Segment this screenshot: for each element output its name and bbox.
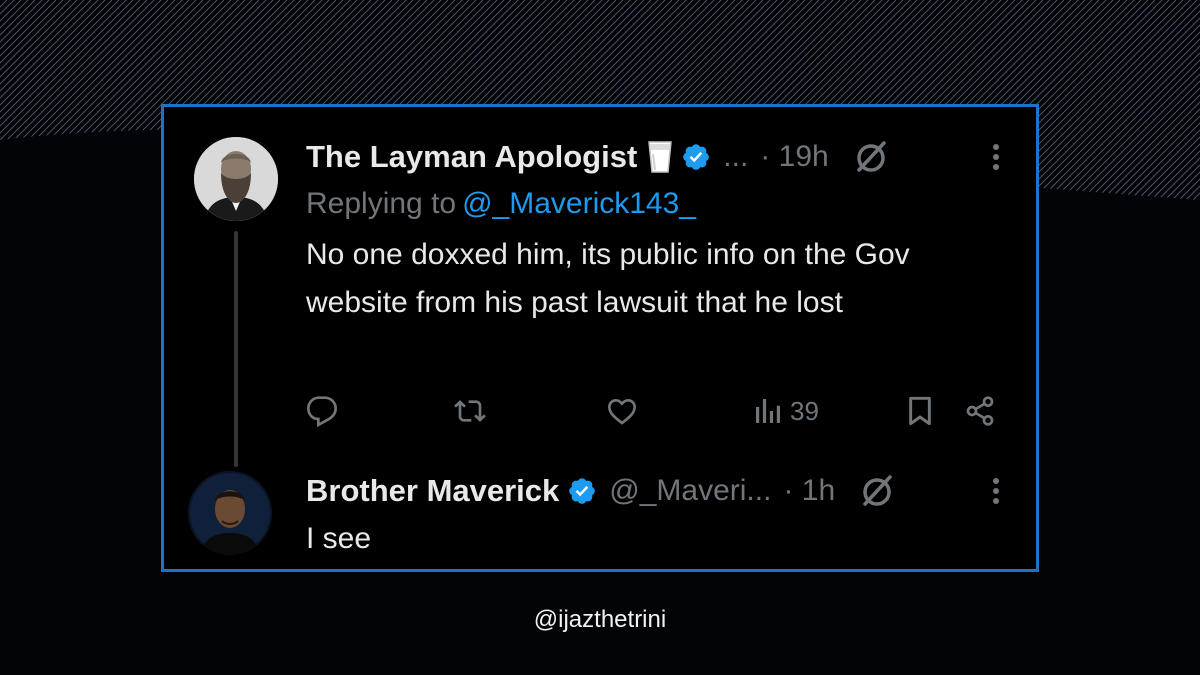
tweet-header: Brother Maverick @_Maveri... · 1h	[306, 467, 1012, 515]
bookmark-button[interactable]	[904, 391, 936, 431]
reply-mention-link[interactable]: @_Maverick143_	[462, 187, 696, 220]
share-button[interactable]	[964, 391, 996, 431]
thread-connector-line	[234, 231, 238, 467]
heart-icon	[606, 395, 638, 427]
repost-icon	[454, 395, 486, 427]
views-icon	[752, 395, 784, 427]
tweet-text: I see	[306, 522, 372, 555]
tweet-layman-apologist: The Layman Apologist ... · 19h Replying …	[306, 133, 1012, 327]
grok-icon[interactable]	[857, 471, 897, 511]
milk-glass-icon	[647, 140, 673, 174]
avatar-brother-maverick[interactable]	[188, 471, 272, 555]
display-name[interactable]: Brother Maverick	[306, 473, 559, 509]
more-vertical-icon[interactable]	[986, 137, 1006, 177]
reply-button[interactable]	[306, 391, 338, 431]
views-button[interactable]: 39	[752, 391, 819, 431]
bookmark-icon	[904, 395, 936, 427]
views-count: 39	[790, 395, 819, 426]
like-button[interactable]	[606, 391, 638, 431]
reply-icon	[306, 395, 338, 427]
time-label: 19h	[778, 140, 829, 173]
timestamp[interactable]: · 19h	[760, 140, 828, 174]
user-handle[interactable]: ...	[723, 140, 748, 174]
verified-badge-icon	[567, 476, 597, 506]
tweet-thread-card: The Layman Apologist ... · 19h Replying …	[161, 104, 1039, 572]
grok-icon[interactable]	[851, 137, 891, 177]
separator-dot: ·	[760, 140, 771, 173]
user-handle[interactable]: @_Maveri...	[609, 474, 771, 508]
tweet-brother-maverick: Brother Maverick @_Maveri... · 1h I see	[306, 467, 1012, 563]
time-label: 1h	[801, 474, 836, 507]
replying-to-label: Replying to	[306, 187, 457, 220]
verified-badge-icon	[681, 142, 711, 172]
separator-dot: ·	[783, 474, 794, 507]
display-name[interactable]: The Layman Apologist	[306, 139, 637, 175]
share-icon	[964, 395, 996, 427]
tweet-actions-bar: 39	[306, 391, 1006, 431]
watermark-handle: @ijazthetrini	[533, 606, 667, 633]
more-vertical-icon[interactable]	[986, 471, 1006, 511]
timestamp[interactable]: · 1h	[783, 474, 835, 508]
tweet-text: No one doxxed him, its public info on th…	[306, 238, 910, 319]
replying-to-line: Replying to @_Maverick143_	[306, 183, 1012, 225]
tweet-header: The Layman Apologist ... · 19h	[306, 133, 1012, 181]
avatar-layman-apologist[interactable]	[194, 137, 278, 221]
repost-button[interactable]	[454, 391, 486, 431]
